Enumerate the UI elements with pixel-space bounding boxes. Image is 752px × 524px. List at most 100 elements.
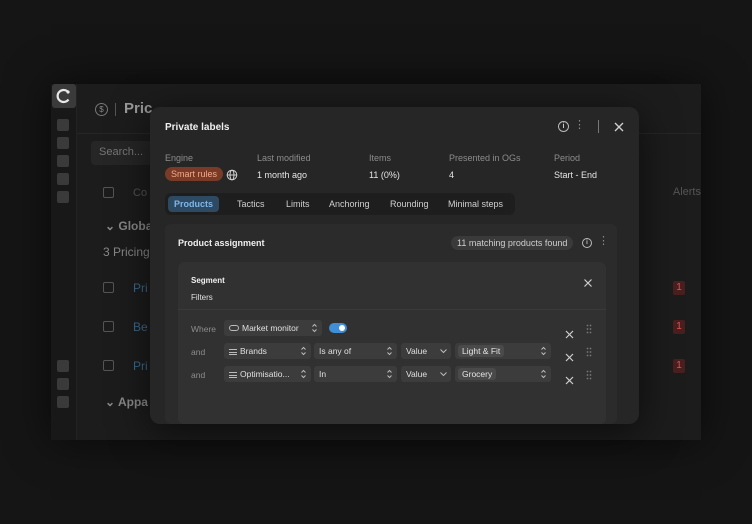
group-label: Appa [117, 395, 148, 409]
chevron-down-icon [440, 372, 447, 377]
select-all-checkbox[interactable] [103, 187, 114, 198]
column-header: Co [133, 187, 148, 199]
sidebar-nav-icon[interactable] [57, 360, 69, 372]
items-label: Items [369, 153, 392, 163]
group-header[interactable]: ⌄ Appa [105, 395, 148, 409]
filter-value-select[interactable]: Grocery [455, 366, 551, 382]
private-labels-modal: Private labels i ⋮ Engine Smart rules La… [150, 107, 639, 424]
sidebar-nav-icon[interactable] [57, 396, 69, 408]
filter-value-tag: Light & Fit [458, 345, 505, 357]
more-options-icon[interactable]: ⋮ [598, 236, 609, 247]
segment-divider [178, 309, 606, 310]
alert-badge: 1 [673, 320, 685, 334]
updown-caret-icon [387, 346, 392, 356]
market-monitor-toggle[interactable] [329, 323, 347, 333]
presented-value: 4 [449, 170, 455, 180]
filter-field-value: Market monitor [242, 323, 299, 333]
header-divider [598, 120, 599, 133]
group-header[interactable]: ⌄ Globa [105, 219, 152, 233]
filter-field-value: Optimisatio... [240, 369, 290, 379]
app-sidebar [51, 84, 77, 440]
column-header-alerts: Alerts [672, 186, 701, 198]
updown-caret-icon [301, 346, 306, 356]
modal-title: Private labels [165, 122, 230, 133]
filter-mode-select[interactable]: Value [401, 343, 451, 359]
list-icon [229, 371, 237, 378]
alert-badge: 1 [673, 281, 685, 295]
row-checkbox[interactable] [103, 321, 114, 332]
dollar-icon: $ [95, 103, 108, 116]
updown-caret-icon [312, 323, 317, 333]
row-link[interactable]: Be [133, 320, 148, 334]
drag-handle-icon[interactable] [586, 324, 592, 334]
sidebar-nav-icon[interactable] [57, 119, 69, 131]
updown-caret-icon [387, 369, 392, 379]
remove-filter-icon[interactable] [565, 326, 574, 339]
product-assignment-panel: Product assignment 11 matching products … [165, 224, 617, 424]
filter-field-select[interactable]: Brands [224, 343, 311, 359]
period-label: Period [554, 153, 581, 163]
sidebar-nav-icon[interactable] [57, 173, 69, 185]
pricing-count: 3 Pricing [103, 245, 150, 259]
remove-filter-icon[interactable] [565, 349, 574, 362]
filter-prefix: Where [191, 324, 217, 334]
tab-anchoring[interactable]: Anchoring [323, 196, 376, 212]
info-icon[interactable]: i [582, 238, 592, 248]
tab-rounding[interactable]: Rounding [384, 196, 435, 212]
filter-field-select[interactable]: Optimisatio... [224, 366, 311, 382]
filter-value-select[interactable]: Light & Fit [455, 343, 551, 359]
info-icon[interactable]: i [558, 121, 569, 132]
remove-filter-icon[interactable] [565, 372, 574, 385]
filter-operator-value: Is any of [319, 346, 352, 356]
filter-field-select[interactable]: Market monitor [224, 320, 322, 336]
last-modified-value: 1 month ago [257, 170, 308, 180]
presented-label: Presented in OGs [449, 153, 521, 163]
app-logo[interactable] [52, 84, 76, 108]
drag-handle-icon[interactable] [586, 347, 592, 357]
filter-mode-value: Value [406, 346, 428, 356]
filter-value-tag: Grocery [458, 368, 497, 380]
items-value: 11 (0%) [369, 170, 400, 180]
filter-prefix: and [191, 370, 206, 380]
sidebar-nav-icon[interactable] [57, 137, 69, 149]
segment-title: Segment [191, 276, 225, 285]
updown-caret-icon [541, 346, 546, 356]
row-checkbox[interactable] [103, 360, 114, 371]
tab-bar: Products Tactics Limits Anchoring Roundi… [165, 193, 515, 215]
sidebar-nav-icon[interactable] [57, 155, 69, 167]
tab-limits[interactable]: Limits [280, 196, 316, 212]
row-link[interactable]: Pri [133, 281, 148, 295]
tab-products[interactable]: Products [168, 196, 220, 212]
segment-card: Segment Filters Where Market monitor and… [178, 262, 606, 424]
group-label: Globa [118, 219, 153, 233]
sidebar-nav-icon[interactable] [57, 191, 69, 203]
row-checkbox[interactable] [103, 282, 114, 293]
more-options-icon[interactable]: ⋮ [574, 120, 585, 131]
updown-caret-icon [541, 369, 546, 379]
filter-field-value: Brands [240, 346, 267, 356]
tab-tactics[interactable]: Tactics [231, 196, 271, 212]
filter-mode-value: Value [406, 369, 428, 379]
filter-prefix: and [191, 347, 206, 357]
sidebar-nav-icon[interactable] [57, 378, 69, 390]
logo-icon [56, 88, 70, 104]
chevron-down-icon [440, 349, 447, 354]
alert-badge: 1 [673, 359, 685, 373]
matching-products-badge: 11 matching products found [451, 236, 574, 250]
row-link[interactable]: Pri [133, 359, 148, 373]
updown-caret-icon [301, 369, 306, 379]
filter-mode-select[interactable]: Value [401, 366, 451, 382]
drag-handle-icon[interactable] [586, 370, 592, 380]
header-separator [115, 103, 116, 116]
filter-operator-select[interactable]: In [314, 366, 397, 382]
product-assignment-title: Product assignment [178, 238, 265, 248]
page-title: Pric [124, 100, 153, 117]
filter-operator-value: In [319, 369, 327, 379]
close-icon[interactable] [613, 120, 625, 132]
period-value: Start - End [554, 170, 598, 180]
close-icon[interactable] [583, 275, 593, 287]
list-icon [229, 348, 237, 355]
filter-operator-select[interactable]: Is any of [314, 343, 397, 359]
tab-minimal-steps[interactable]: Minimal steps [442, 196, 509, 212]
last-modified-label: Last modified [257, 153, 311, 163]
